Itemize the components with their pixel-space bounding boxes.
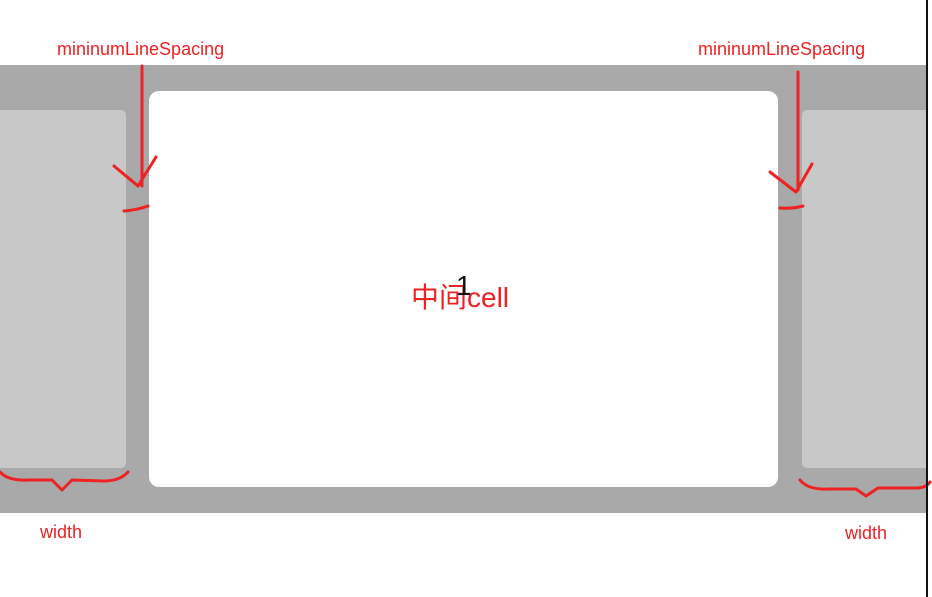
width-label-left: width xyxy=(40,522,83,542)
collection-view-diagram: 中间cell 1 mininumLineSpacing mininumLineS… xyxy=(0,0,932,597)
side-cell-left xyxy=(0,110,126,468)
spacing-label-right: mininumLineSpacing xyxy=(698,39,866,59)
spacing-label-left: mininumLineSpacing xyxy=(57,39,225,59)
window-edge-line xyxy=(926,0,928,597)
center-cell-index: 1 xyxy=(456,270,472,301)
width-label-right: width xyxy=(845,523,888,543)
side-cell-right xyxy=(802,110,926,468)
